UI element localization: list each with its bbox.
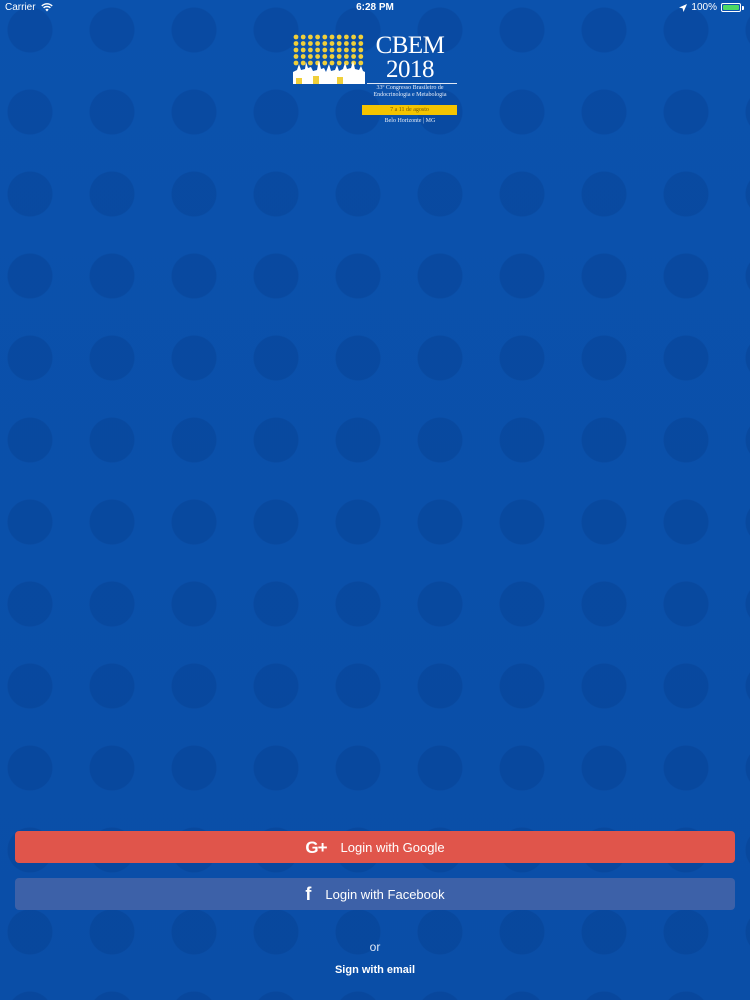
location-arrow-icon [679,3,688,12]
facebook-icon: f [305,884,312,904]
sign-with-email-link[interactable]: Sign with email [300,964,450,976]
logo-dates: 7 a 11 de agosto [362,105,457,115]
battery-percent: 100% [691,2,717,13]
status-bar: Carrier 6:28 PM 100% [0,0,750,16]
status-right: 100% [679,2,744,13]
battery-icon [721,3,741,12]
login-google-button[interactable]: G+ Login with Google [15,831,735,863]
logo-subtitle: 33º Congresso Brasileiro de Endocrinolog… [373,85,447,98]
logo-divider [367,83,457,84]
google-plus-icon: G+ [305,837,327,857]
login-facebook-button[interactable]: f Login with Facebook [15,878,735,910]
or-divider-text: or [369,940,381,954]
login-facebook-label: Login with Facebook [325,886,445,902]
cbem-logo: CBEM 2018 33º Congresso Brasileiro de En… [293,32,459,129]
status-time: 6:28 PM [356,2,394,13]
login-google-label: Login with Google [340,839,445,855]
logo-title-cbem: CBEM [375,32,445,59]
logo-title-year: 2018 [386,56,435,83]
battery-fill [723,5,739,10]
logo-location: Belo Horizonte | MG [384,118,436,124]
battery-nub [742,5,744,10]
logo-title: CBEM 2018 [363,32,457,83]
logo-dots-skyline-art [293,34,365,84]
